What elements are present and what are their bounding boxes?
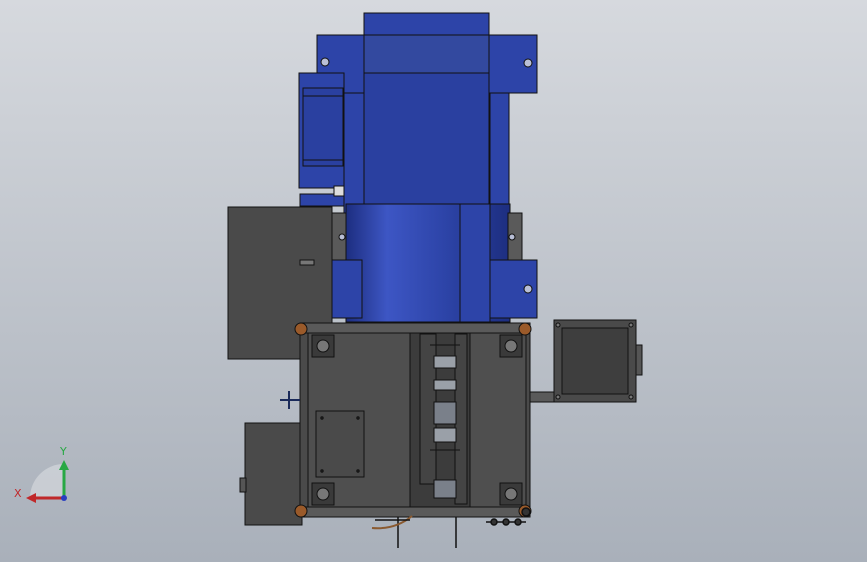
cad-model-view[interactable]: X Y	[0, 0, 867, 562]
axis-x-label: X	[14, 487, 22, 500]
graphics-viewport[interactable]: X Y	[0, 0, 867, 562]
blue-motor-assembly[interactable]	[298, 12, 538, 323]
axis-y-label: Y	[59, 445, 67, 458]
